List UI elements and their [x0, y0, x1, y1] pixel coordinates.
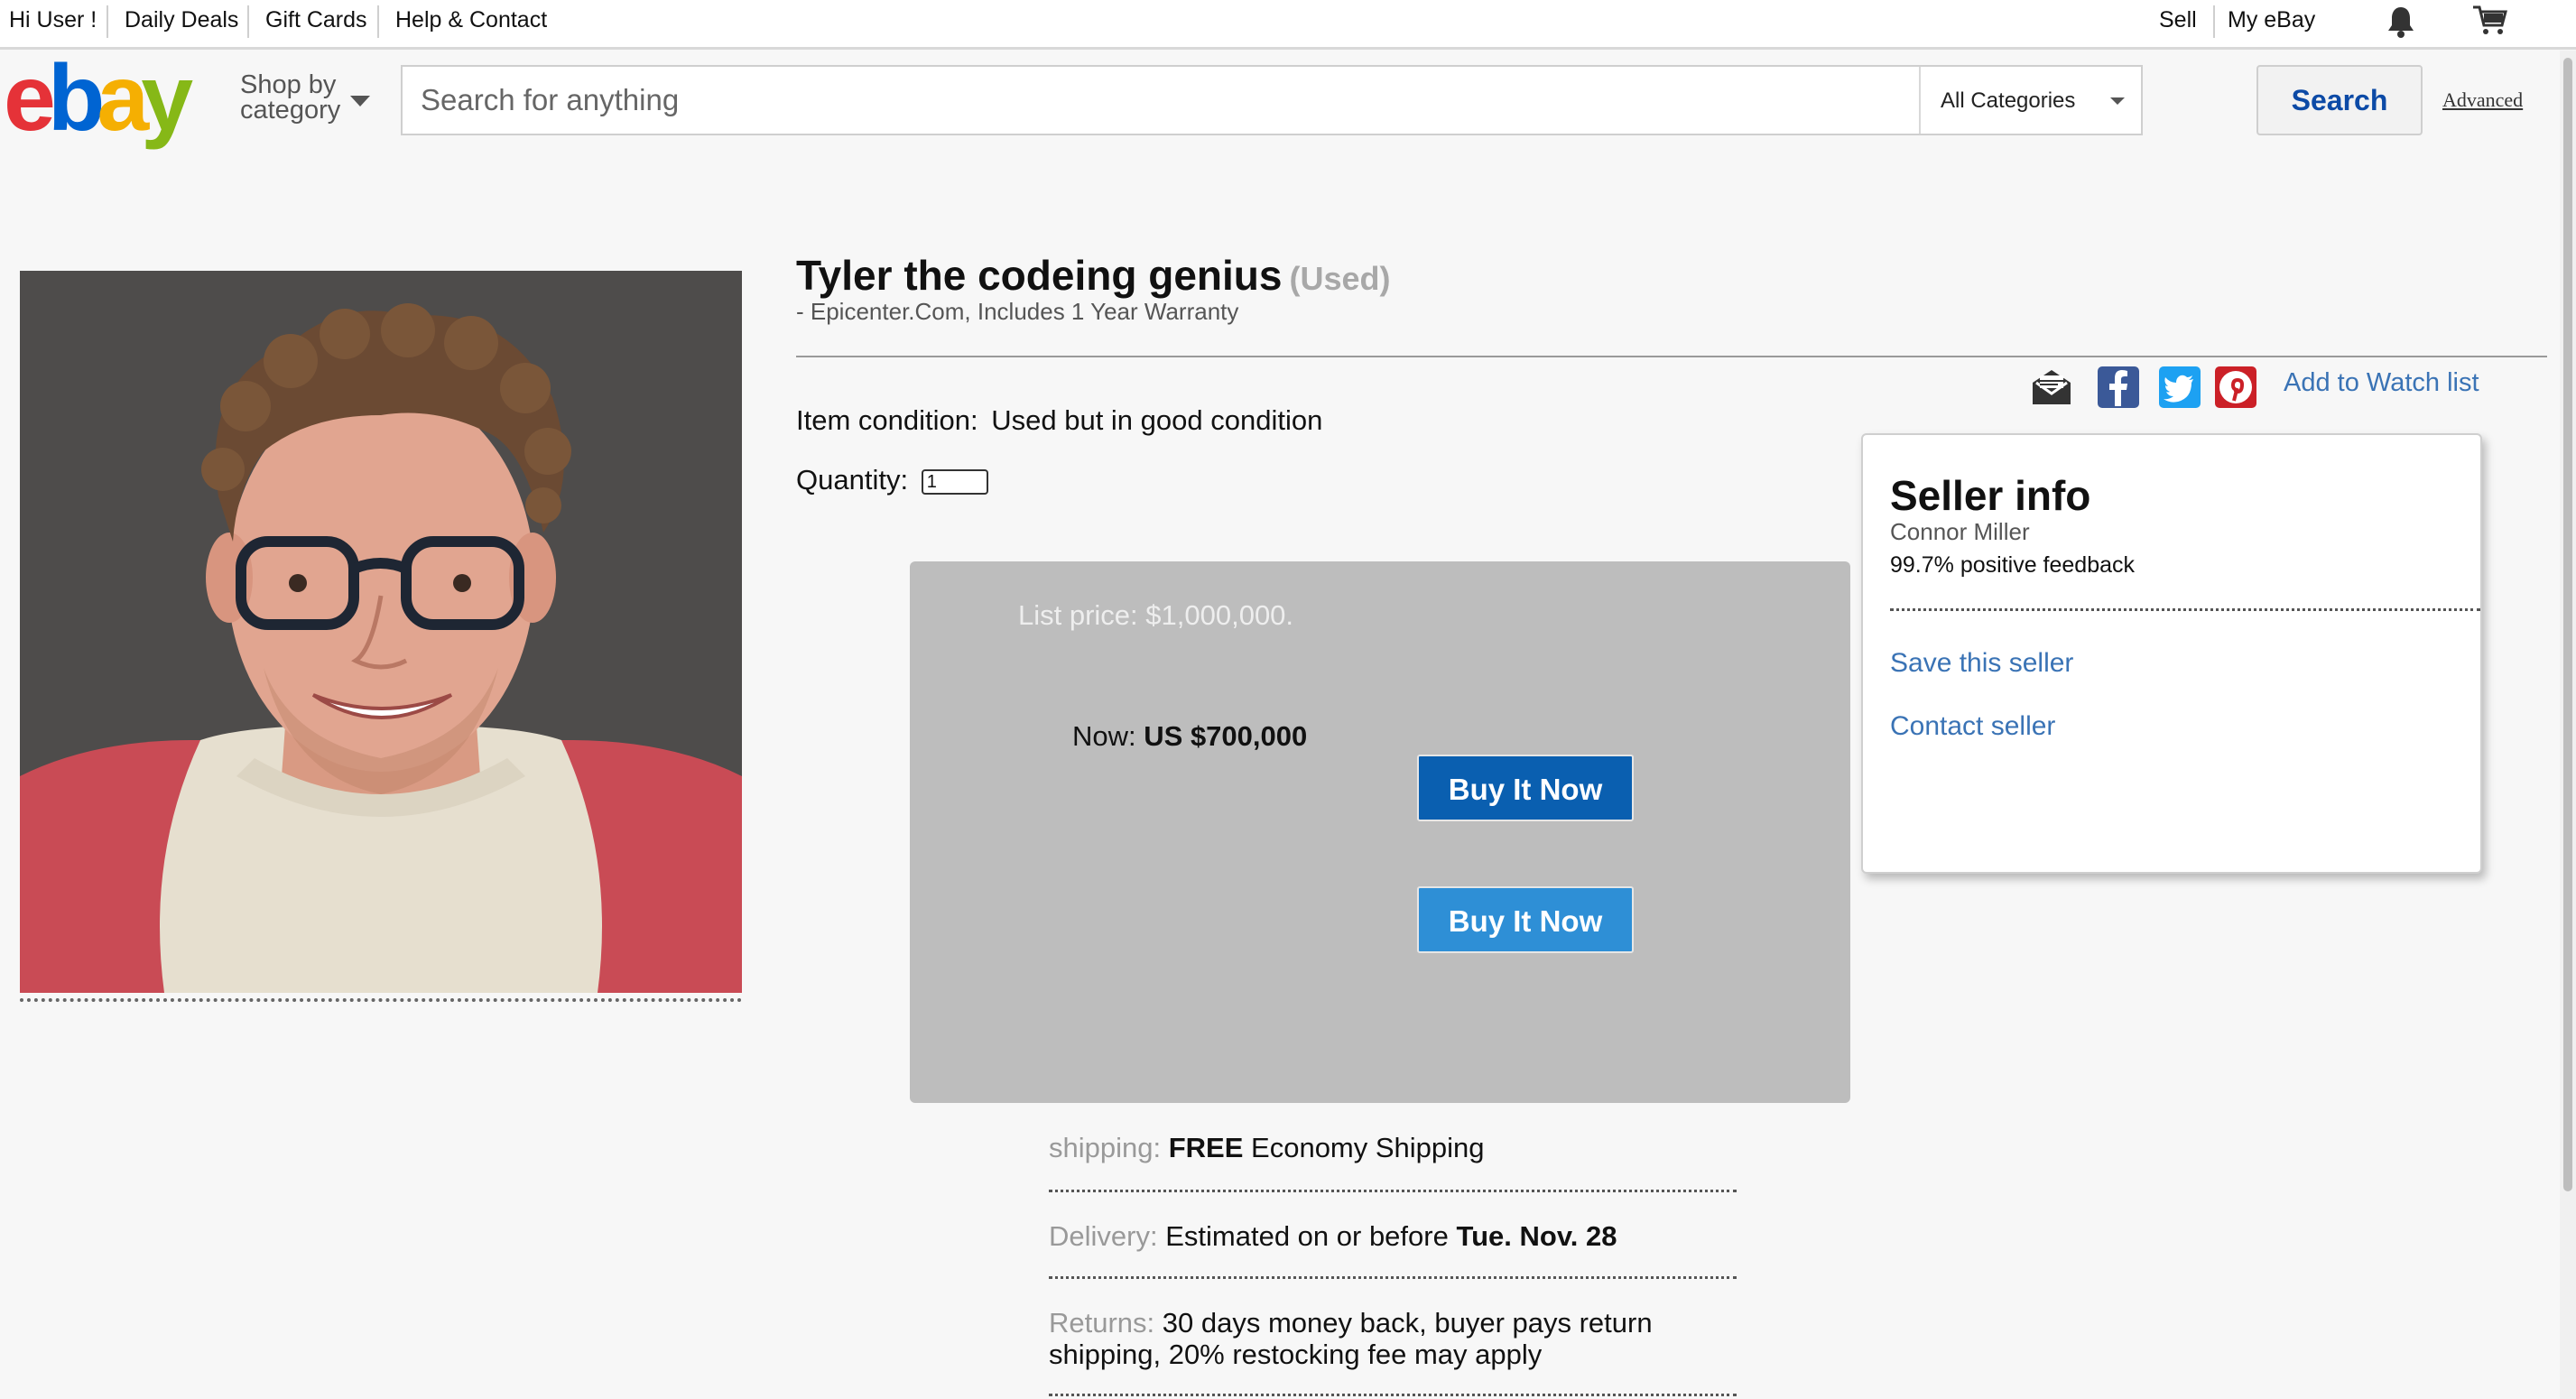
svg-text:ebay: ebay [4, 54, 193, 150]
divider [377, 5, 379, 38]
chevron-down-icon [2110, 97, 2125, 105]
shop-by-category[interactable]: Shop by category [240, 70, 341, 125]
category-label: category [240, 96, 341, 125]
seller-divider [1890, 608, 2480, 611]
divider [2213, 5, 2215, 38]
seller-info-card: Seller info Connor Miller 99.7% positive… [1861, 433, 2482, 874]
delivery-label: Delivery: [1049, 1220, 1158, 1252]
details-divider [1049, 1394, 1737, 1396]
divider [247, 5, 249, 38]
category-select[interactable]: All Categories [1919, 67, 2143, 134]
delivery-info: Delivery: Estimated on or before Tue. No… [1049, 1220, 1735, 1252]
buy-it-now-button-secondary[interactable]: Buy It Now [1417, 886, 1634, 953]
ebay-logo[interactable]: ebay [4, 46, 217, 151]
item-subtitle: - Epicenter.Com, Includes 1 Year Warrant… [796, 298, 1239, 325]
category-select-value: All Categories [1941, 88, 2076, 113]
seller-name[interactable]: Connor Miller [1890, 518, 2030, 546]
daily-deals-link[interactable]: Daily Deals [125, 7, 238, 33]
photo-divider [20, 998, 742, 1002]
delivery-date: Tue. Nov. 28 [1456, 1220, 1617, 1252]
search-bar: All Categories [401, 65, 2143, 135]
quantity-input[interactable]: 1 [921, 468, 988, 495]
item-title-text: Tyler the codeing genius [796, 252, 1283, 299]
my-ebay-link[interactable]: My eBay [2228, 7, 2315, 33]
bell-icon[interactable] [2386, 5, 2415, 42]
scrollbar-thumb[interactable] [2563, 58, 2572, 1191]
shipping-info: shipping: FREE Economy Shipping [1049, 1132, 1735, 1163]
help-contact-link[interactable]: Help & Contact [395, 7, 547, 33]
scrollbar[interactable] [2560, 51, 2576, 1399]
search-input[interactable] [403, 67, 1919, 134]
now-price: Now: US $700,000 [1072, 720, 1307, 753]
item-condition: Item condition: Used but in good conditi… [796, 404, 1322, 437]
chevron-down-icon[interactable] [350, 96, 370, 107]
condition-badge: (Used) [1289, 260, 1391, 297]
save-seller-link[interactable]: Save this seller [1890, 648, 2073, 679]
email-icon[interactable] [2031, 366, 2072, 408]
details-divider [1049, 1190, 1737, 1192]
shipping-value: Economy Shipping [1251, 1132, 1485, 1163]
buy-it-now-button[interactable]: Buy It Now [1417, 755, 1634, 821]
quantity-row: Quantity: 1 [796, 464, 988, 496]
gift-cards-link[interactable]: Gift Cards [265, 7, 367, 33]
quantity-label: Quantity: [796, 464, 909, 496]
greeting-link[interactable]: Hi User ! [9, 7, 97, 33]
now-label: Now: [1072, 720, 1136, 752]
twitter-icon[interactable] [2159, 366, 2201, 408]
shipping-free: FREE [1168, 1132, 1244, 1163]
search-button[interactable]: Search [2256, 65, 2423, 135]
condition-value: Used but in good condition [991, 404, 1323, 436]
item-photo[interactable] [20, 271, 742, 993]
delivery-value: Estimated on or before [1165, 1220, 1449, 1252]
shipping-label: shipping: [1049, 1132, 1162, 1163]
seller-feedback: 99.7% positive feedback [1890, 552, 2136, 578]
divider [107, 5, 108, 38]
details-divider [1049, 1276, 1737, 1279]
sell-link[interactable]: Sell [2159, 7, 2197, 33]
returns-label: Returns: [1049, 1307, 1155, 1339]
advanced-search-link[interactable]: Advanced [2442, 88, 2523, 112]
add-to-watch-list-link[interactable]: Add to Watch list [2284, 368, 2479, 398]
title-divider [796, 356, 2547, 357]
returns-info: Returns: 30 days money back, buyer pays … [1049, 1307, 1735, 1370]
cart-icon[interactable] [2471, 4, 2507, 41]
price-panel: List price: $1,000,000. Now: US $700,000… [910, 561, 1850, 1103]
pinterest-icon[interactable] [2215, 366, 2256, 408]
top-nav-bar: Hi User ! Daily Deals Gift Cards Help & … [0, 0, 2576, 50]
facebook-icon[interactable] [2098, 366, 2139, 408]
item-title: Tyler the codeing genius (Used) [796, 251, 1390, 300]
condition-label: Item condition: [796, 404, 978, 436]
now-value: US $700,000 [1144, 720, 1308, 752]
shop-by-label: Shop by [240, 70, 337, 99]
seller-info-title: Seller info [1890, 472, 2091, 519]
contact-seller-link[interactable]: Contact seller [1890, 711, 2055, 742]
list-price: List price: $1,000,000. [1018, 599, 1294, 631]
